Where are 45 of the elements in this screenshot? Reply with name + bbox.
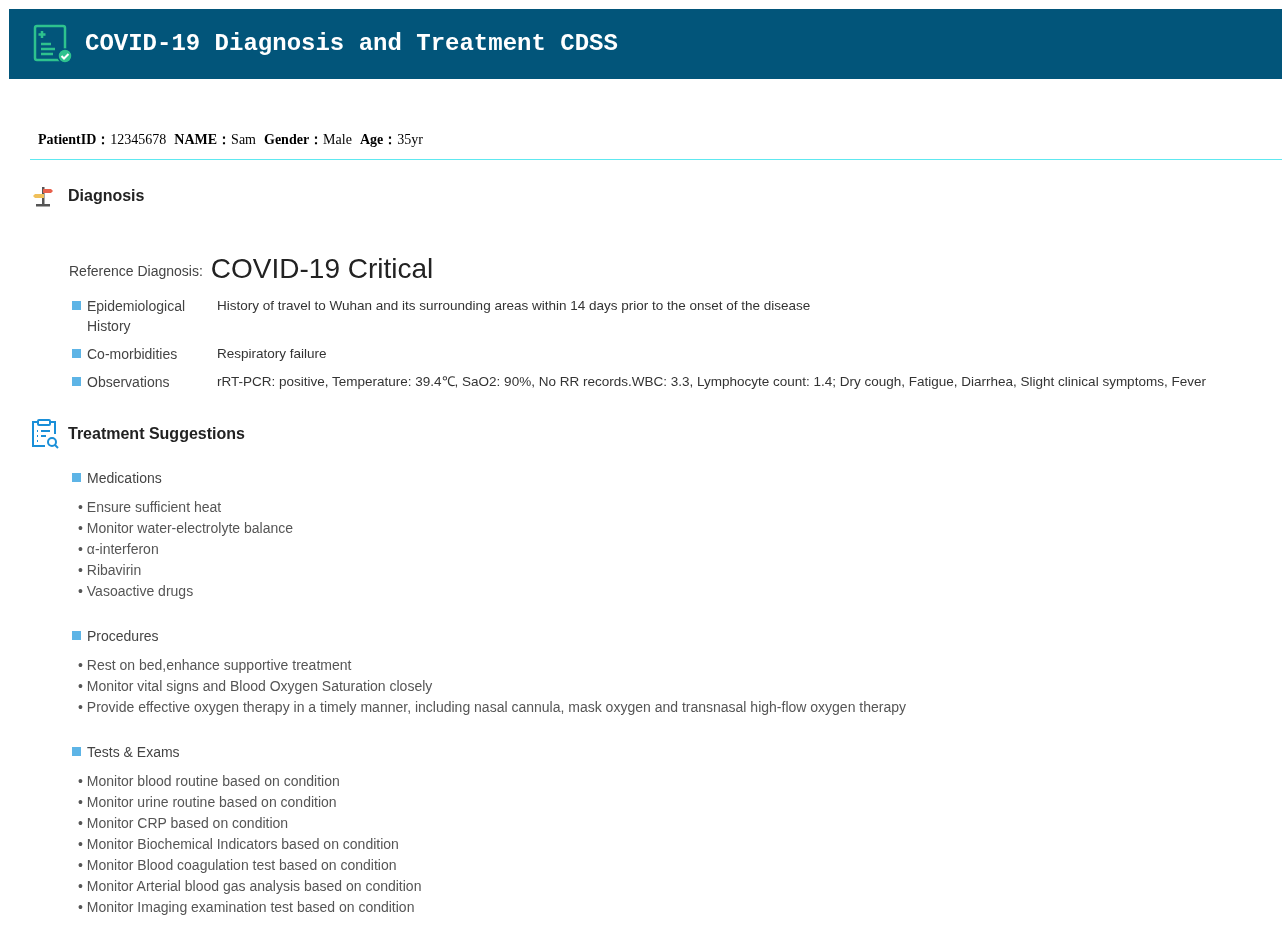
patient-field-label: Gender： [264, 131, 324, 149]
list-item: • Monitor Arterial blood gas analysis based on condition [78, 877, 423, 896]
patient-field-value: Male [323, 131, 352, 149]
patient-field-value: 35yr [397, 131, 423, 149]
field-label: Epidemiological History [87, 297, 187, 336]
reference-diagnosis-value: COVID-19 Critical [210, 252, 434, 286]
reference-diagnosis-label: Reference Diagnosis: [69, 261, 203, 281]
list-item: • Monitor water-electrolyte balance [78, 519, 294, 538]
list-item: • Monitor Blood coagulation test based on condition [78, 856, 398, 875]
patient-field-value: Sam [231, 131, 256, 149]
square-bullet-icon [72, 747, 81, 756]
square-bullet-icon [72, 377, 81, 386]
list-item: • Monitor Imaging examination test based on condition [78, 898, 416, 917]
subsection-heading: Procedures [87, 627, 159, 646]
app-title: COVID-19 Diagnosis and Treatment CDSS [85, 29, 618, 59]
patient-field-label: PatientID： [38, 131, 111, 149]
field-value: History of travel to Wuhan and its surrounding areas within 14 days prior to the onset of the disease [217, 297, 811, 315]
list-item: • Ensure sufficient heat [78, 498, 223, 517]
signpost-icon [32, 185, 54, 207]
subsection-heading: Tests & Exams [87, 743, 180, 762]
subsection-heading: Medications [87, 469, 162, 488]
document-check-icon [33, 24, 73, 64]
patient-field-label: Age： [359, 131, 398, 149]
field-label: Co-morbidities [87, 345, 179, 364]
square-bullet-icon [72, 473, 81, 482]
field-value: rRT-PCR: positive, Temperature: 39.4℃, SaO2: 90%, No RR records.WBC: 3.3, Lymphocyte count: 1.4; Dry cough, Fatigue, Diarrhea, Slight clinical symptoms, Fever [217, 373, 1206, 391]
section-heading: Treatment Suggestions [68, 424, 245, 444]
square-bullet-icon [72, 631, 81, 640]
list-item: • Monitor CRP based on condition [78, 814, 290, 833]
list-item: • Monitor urine routine based on condition [78, 793, 338, 812]
section-heading: Diagnosis [68, 186, 145, 206]
list-item: • Monitor blood routine based on condition [78, 772, 341, 791]
list-item: • Monitor Biochemical Indicators based on condition [78, 835, 400, 854]
list-item: • Monitor vital signs and Blood Oxygen Saturation closely [78, 677, 434, 696]
field-label: Observations [87, 373, 171, 392]
field-value: Respiratory failure [217, 345, 327, 363]
list-item: • Ribavirin [78, 561, 143, 580]
list-item: • α-interferon [78, 540, 160, 559]
patient-field-value: 12345678 [110, 131, 167, 149]
square-bullet-icon [72, 301, 81, 310]
list-item: • Vasoactive drugs [78, 582, 195, 601]
list-item: • Rest on bed,enhance supportive treatment [78, 656, 353, 675]
patient-field-label: NAME： [174, 131, 232, 149]
square-bullet-icon [72, 349, 81, 358]
list-item: • Provide effective oxygen therapy in a timely manner, including nasal cannula, mask oxygen and transnasal high-flow oxygen therapy [78, 698, 907, 717]
